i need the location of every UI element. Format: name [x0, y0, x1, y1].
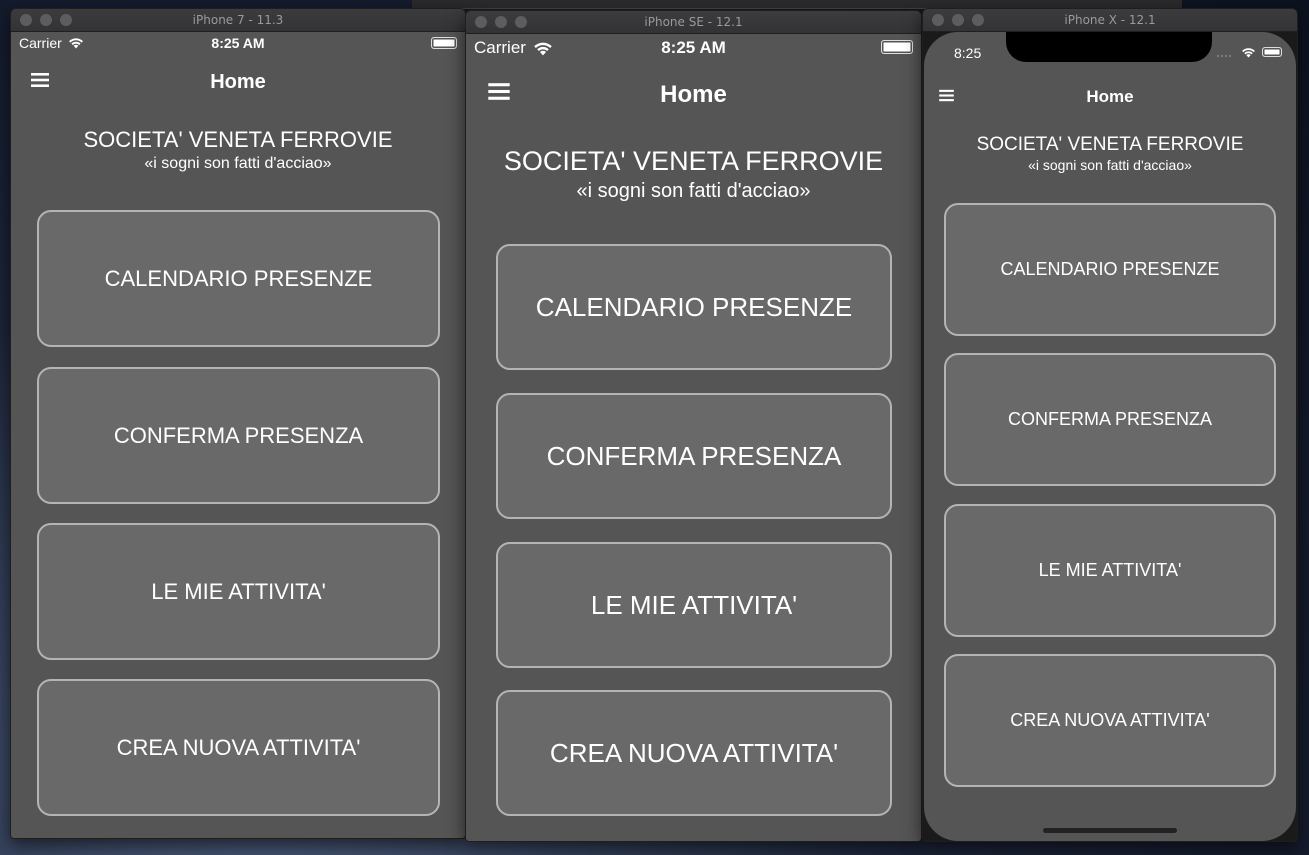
navigation-bar: Home — [11, 62, 465, 102]
status-time: 8:25 AM — [211, 35, 265, 51]
company-name: SOCIETA' VENETA FERROVIE — [83, 127, 393, 152]
device-screen[interactable]: Carrier 8:25 AM Home SOCIETA' VENETA FER… — [466, 34, 921, 841]
window-titlebar[interactable]: iPhone 7 - 11.3 — [11, 9, 465, 32]
window-titlebar[interactable]: iPhone X - 12.1 — [923, 9, 1297, 32]
conferma-presenza-button[interactable]: CONFERMA PRESENZA — [944, 353, 1276, 486]
le-mie-attivita-button[interactable]: LE MIE ATTIVITA' — [496, 542, 892, 668]
le-mie-attivita-button[interactable]: LE MIE ATTIVITA' — [37, 523, 440, 660]
nav-title: Home — [1086, 87, 1134, 106]
window-title: iPhone SE - 12.1 — [644, 15, 743, 29]
crea-nuova-attivita-button[interactable]: CREA NUOVA ATTIVITA' — [37, 679, 440, 816]
le-mie-attivita-button[interactable]: LE MIE ATTIVITA' — [944, 504, 1276, 637]
conferma-presenza-button[interactable]: CONFERMA PRESENZA — [496, 393, 892, 519]
battery-icon — [1262, 47, 1282, 57]
nav-title: Home — [660, 81, 727, 108]
wifi-icon — [1242, 48, 1255, 58]
app-header: SOCIETA' VENETA FERROVIE «i sogni son fa… — [924, 134, 1296, 173]
crea-nuova-attivita-button[interactable]: CREA NUOVA ATTIVITA' — [496, 690, 892, 816]
conferma-presenza-button[interactable]: CONFERMA PRESENZA — [37, 367, 440, 504]
device-screen[interactable]: 8:25 Home SOCIETA' VENETA FERROVIE «i so… — [924, 32, 1296, 841]
window-title: iPhone 7 - 11.3 — [192, 13, 284, 27]
app-header: SOCIETA' VENETA FERROVIE «i sogni son fa… — [466, 146, 921, 203]
crea-nuova-attivita-button[interactable]: CREA NUOVA ATTIVITA' — [944, 654, 1276, 787]
simulator-window-iphone-7[interactable]: iPhone 7 - 11.3 Carrier 8:25 AM Home SOC… — [10, 8, 466, 839]
simulator-window-iphone-x[interactable]: iPhone X - 12.1 8:25 Home SOCIETA' VENET… — [922, 8, 1298, 842]
company-name: SOCIETA' VENETA FERROVIE — [976, 134, 1244, 155]
battery-icon — [881, 40, 913, 54]
navigation-bar: Home — [466, 72, 921, 116]
status-bar: Carrier 8:25 AM — [466, 34, 921, 60]
simulator-window-iphone-se[interactable]: iPhone SE - 12.1 Carrier 8:25 AM Home SO… — [465, 10, 922, 842]
company-motto: «i sogni son fatti d'acciao» — [1028, 157, 1192, 173]
home-indicator[interactable] — [1043, 828, 1177, 833]
nav-title: Home — [210, 71, 266, 93]
status-time: 8:25 — [954, 45, 982, 61]
window-titlebar[interactable]: iPhone SE - 12.1 — [466, 11, 921, 34]
status-time: 8:25 AM — [661, 38, 726, 57]
company-name: SOCIETA' VENETA FERROVIE — [503, 146, 884, 176]
status-bar: 8:25 — [924, 32, 1296, 62]
app-header: SOCIETA' VENETA FERROVIE «i sogni son fa… — [11, 127, 465, 173]
calendario-presenze-button[interactable]: CALENDARIO PRESENZE — [496, 244, 892, 370]
device-screen[interactable]: Carrier 8:25 AM Home SOCIETA' VENETA FER… — [11, 32, 465, 838]
window-title: iPhone X - 12.1 — [1064, 13, 1156, 27]
navigation-bar: Home — [924, 82, 1296, 112]
company-motto: «i sogni son fatti d'acciao» — [144, 155, 332, 172]
company-motto: «i sogni son fatti d'acciao» — [576, 180, 811, 202]
calendario-presenze-button[interactable]: CALENDARIO PRESENZE — [944, 203, 1276, 336]
status-bar: Carrier 8:25 AM — [11, 32, 465, 54]
signal-icon — [1217, 55, 1231, 57]
calendario-presenze-button[interactable]: CALENDARIO PRESENZE — [37, 210, 440, 347]
battery-icon — [431, 37, 457, 49]
